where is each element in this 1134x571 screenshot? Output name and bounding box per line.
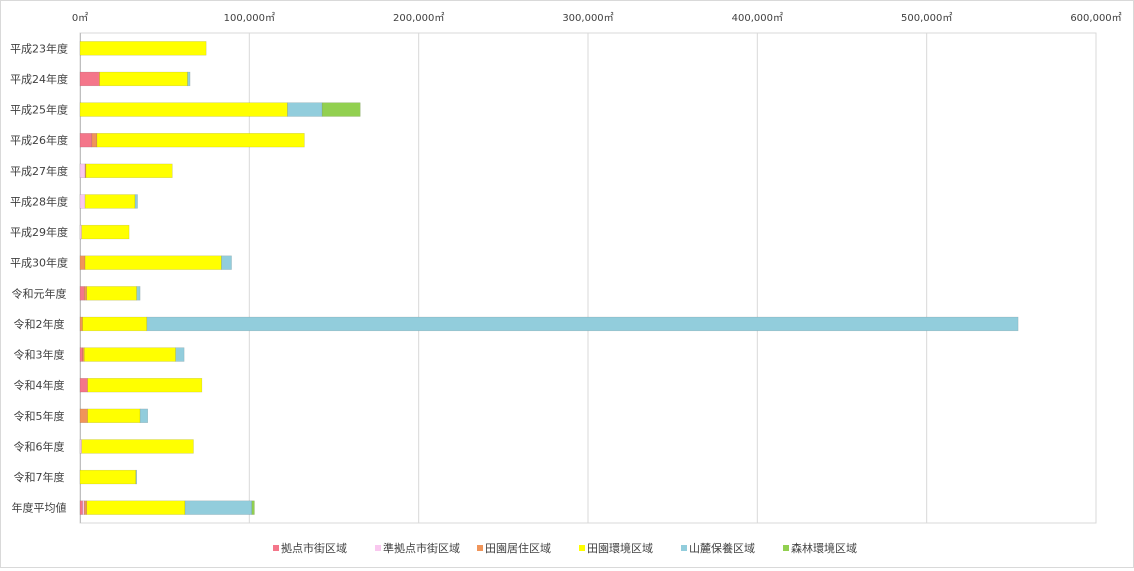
bar-segment bbox=[135, 469, 137, 485]
bar-segment bbox=[81, 224, 130, 240]
bar-segment bbox=[221, 255, 232, 270]
legend-label: 田園居住区域 bbox=[485, 541, 551, 555]
category-label: 平成26年度 bbox=[10, 133, 68, 147]
legend-label: 田園環境区域 bbox=[587, 541, 653, 555]
bar-segment bbox=[79, 316, 83, 332]
bar-segment bbox=[79, 255, 86, 270]
category-label: 平成25年度 bbox=[10, 103, 68, 117]
category-label: 令和2年度 bbox=[14, 317, 65, 331]
bar-segment bbox=[96, 133, 305, 148]
y-axis-category-labels: 平成23年度平成24年度平成25年度平成26年度平成27年度平成28年度平成29… bbox=[10, 41, 68, 514]
x-tick-label: 300,000㎡ bbox=[562, 12, 613, 24]
bar-segment bbox=[79, 163, 86, 178]
bar-segment bbox=[136, 286, 141, 301]
bar-segment bbox=[85, 163, 173, 178]
category-label: 令和3年度 bbox=[14, 348, 65, 362]
chart-container: 0㎡ 100,000㎡ 200,000㎡ 300,000㎡ 400,000㎡ 500,00… bbox=[0, 0, 1134, 568]
x-tick-label: 100,000㎡ bbox=[224, 12, 275, 24]
x-tick-label: 500,000㎡ bbox=[901, 12, 952, 24]
legend-swatch bbox=[375, 545, 381, 551]
bar-segment bbox=[79, 500, 83, 515]
legend-swatch bbox=[783, 545, 789, 551]
category-label: 平成27年度 bbox=[10, 164, 68, 178]
category-label: 令和7年度 bbox=[14, 470, 65, 484]
bar-segment bbox=[83, 347, 176, 362]
bar-segment bbox=[84, 255, 222, 270]
category-label: 平成23年度 bbox=[10, 41, 68, 55]
bar-segment bbox=[83, 286, 88, 301]
category-label: 令和6年度 bbox=[14, 439, 65, 453]
bar-segment bbox=[83, 500, 88, 515]
bar-segment bbox=[321, 102, 361, 117]
bar-segment bbox=[184, 500, 253, 515]
bar-segment bbox=[134, 194, 138, 209]
bar-segment bbox=[146, 316, 1019, 332]
bar-segment bbox=[79, 133, 93, 148]
legend-swatch bbox=[681, 545, 687, 551]
bar-segment bbox=[82, 347, 85, 362]
bar-segment bbox=[82, 316, 148, 332]
x-tick-label: 600,000㎡ bbox=[1070, 12, 1121, 24]
bar-segment bbox=[82, 500, 85, 515]
bar-segment bbox=[86, 286, 137, 301]
bar-segment bbox=[175, 347, 185, 362]
category-label: 令和元年度 bbox=[12, 286, 67, 300]
bar-segment bbox=[86, 500, 186, 515]
legend-swatch bbox=[477, 545, 483, 551]
bar-segment bbox=[81, 439, 194, 454]
legend-label: 拠点市街区域 bbox=[281, 541, 347, 555]
bar-segment bbox=[79, 224, 82, 240]
legend-label: 森林環境区域 bbox=[791, 541, 857, 555]
bar-segment bbox=[79, 71, 100, 87]
category-label: 平成30年度 bbox=[10, 256, 68, 270]
bar-segment bbox=[79, 469, 137, 485]
bar-segment bbox=[87, 408, 141, 423]
bar-segment bbox=[187, 71, 191, 87]
category-label: 年度平均値 bbox=[12, 501, 67, 515]
legend-label: 山麓保養区域 bbox=[689, 541, 755, 555]
x-tick-label: 0㎡ bbox=[72, 12, 88, 24]
bar-segment bbox=[91, 133, 98, 148]
category-label: 令和4年度 bbox=[14, 378, 65, 392]
bar-segment bbox=[79, 347, 83, 362]
x-axis-tick-labels: 0㎡ 100,000㎡ 200,000㎡ 300,000㎡ 400,000㎡ 500,00… bbox=[72, 12, 1122, 24]
legend-label: 準拠点市街区域 bbox=[383, 541, 460, 555]
bar-segment bbox=[79, 378, 88, 393]
category-label: 平成29年度 bbox=[10, 225, 68, 239]
bar-segment bbox=[79, 102, 288, 117]
bar-segment bbox=[87, 378, 203, 393]
bar-segment bbox=[79, 408, 88, 423]
bar-segment bbox=[139, 408, 148, 423]
bar-segment bbox=[99, 71, 188, 87]
stacked-bar-chart: 0㎡ 100,000㎡ 200,000㎡ 300,000㎡ 400,000㎡ 500,00… bbox=[10, 12, 1122, 555]
x-tick-label: 200,000㎡ bbox=[393, 12, 444, 24]
category-label: 平成24年度 bbox=[10, 72, 68, 86]
bar-segment bbox=[84, 194, 136, 209]
category-label: 令和5年度 bbox=[14, 409, 65, 423]
category-label: 平成28年度 bbox=[10, 194, 68, 208]
legend-swatch bbox=[579, 545, 585, 551]
bar-segment bbox=[251, 500, 255, 515]
legend-swatch bbox=[273, 545, 279, 551]
bar-segment bbox=[79, 286, 85, 301]
x-tick-label: 400,000㎡ bbox=[732, 12, 783, 24]
bar-segment bbox=[79, 439, 82, 454]
bar-segment bbox=[79, 194, 86, 209]
legend: 拠点市街区域 準拠点市街区域 田園居住区域 田園環境区域 山麓保養区域 森林環境区域 bbox=[273, 541, 857, 555]
bar-segment bbox=[287, 102, 323, 117]
bar-segment bbox=[79, 41, 207, 56]
